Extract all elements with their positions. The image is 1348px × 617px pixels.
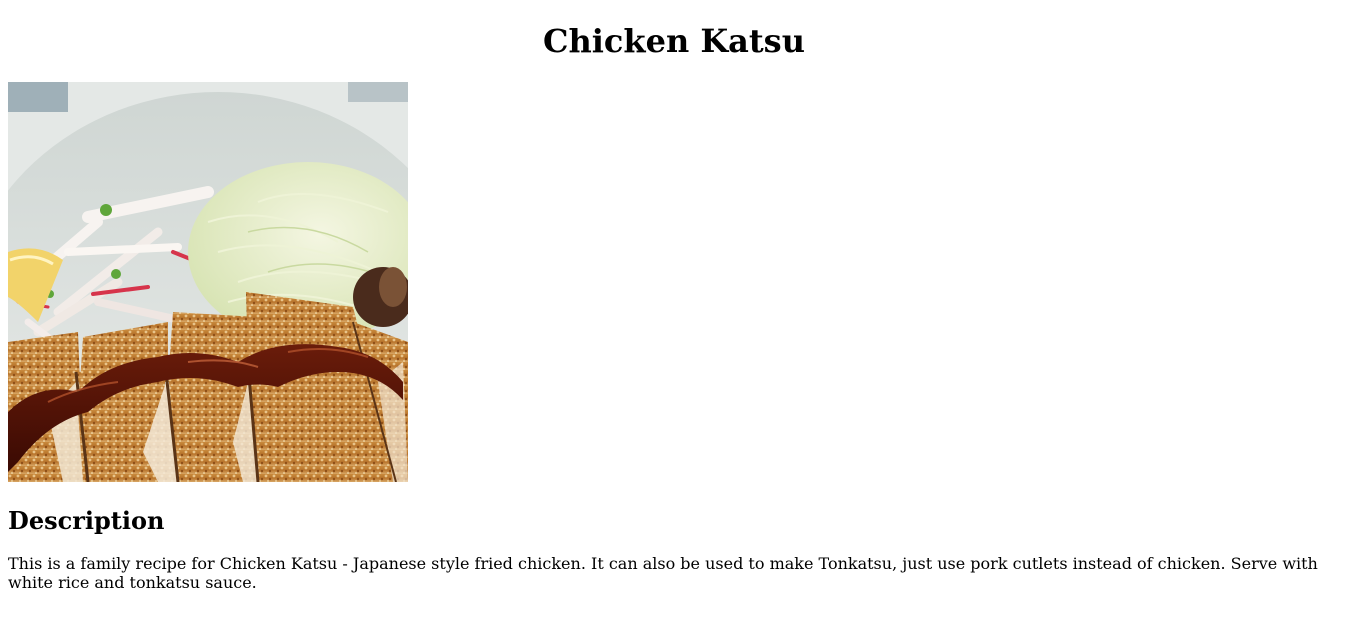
description-text: This is a family recipe for Chicken Kats…: [8, 554, 1318, 592]
recipe-page: Chicken Katsu Description This is a fami…: [0, 0, 1348, 592]
description-heading: Description: [8, 506, 165, 535]
recipe-photo: [8, 82, 408, 482]
page-title: Chicken Katsu: [543, 22, 805, 60]
